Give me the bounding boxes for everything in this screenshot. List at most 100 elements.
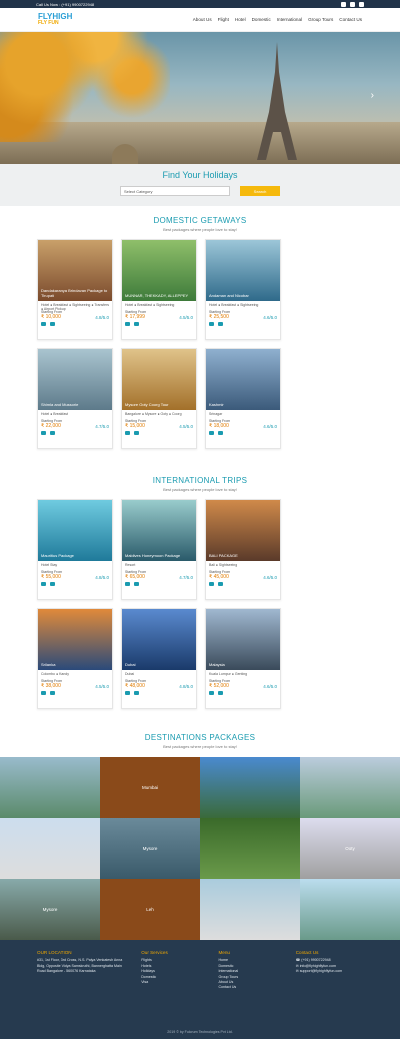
package-title: BALI PACKAGE [209,553,238,558]
package-card[interactable]: Mysore Ooty Coorg Tour Bangalore ● Mysor… [121,348,197,449]
nav-link[interactable]: Domestic [252,17,271,22]
whatsapp-icon[interactable] [359,1,364,7]
destination-tile[interactable] [200,818,300,879]
sightseeing-icon [50,322,55,326]
package-card[interactable]: Andaman and Nicobar Hotel ● Breakfast ● … [205,239,281,340]
package-image[interactable]: MUNNAR, THEKKADY, ALLEPPEY [122,240,196,301]
social-links [341,1,364,7]
package-image[interactable]: Mauritius Package [38,500,112,561]
footer-link[interactable]: Visa [141,980,208,985]
package-image[interactable]: Mysore Ooty Coorg Tour [122,349,196,410]
destination-tile[interactable] [200,757,300,818]
nav-link[interactable]: Contact Us [339,17,362,22]
nav-link[interactable]: Group Tours [308,17,333,22]
hotel-icon [209,431,214,435]
destination-tile[interactable]: Mysore [0,879,100,940]
logo[interactable]: FLYHIGH FLY FUN [38,12,72,27]
package-inclusions: Bangalore ● Mysore ● Ooty ● Coorg [125,412,182,416]
package-card[interactable]: Dubai Dubai Starting From ₹ 48,000 4.8/5.0 [121,608,197,709]
package-price: ₹ 18,000 [209,423,229,429]
sightseeing-icon [218,322,223,326]
email-line[interactable]: ✉ support@flyhighflyfun.com [296,969,363,974]
nav-link[interactable]: Flight [218,17,229,22]
sightseeing-icon [134,322,139,326]
address-text: #31, 1st Floor, 3rd Cross, N.S. Palya Ve… [37,958,123,974]
search-button[interactable]: Search [240,186,280,196]
destination-tile[interactable] [300,879,400,940]
package-card[interactable]: MUNNAR, THEKKADY, ALLEPPEY Hotel ● Break… [121,239,197,340]
package-image[interactable]: Maldives Honeymoon Package [122,500,196,561]
nav-menu: About Us Flight Hotel Domestic International… [193,17,362,22]
package-rating: 4.8/5.0 [95,575,109,580]
domestic-grid: Dandakaranya Brindavan Package to Tirupa… [0,239,400,449]
nav-link[interactable]: International [277,17,302,22]
destination-tile[interactable] [300,757,400,818]
destination-tile[interactable] [200,879,300,940]
package-title: Malaysia [209,662,225,667]
nav-link[interactable]: About Us [193,17,212,22]
footer-heading: Menu [218,950,230,955]
package-image[interactable]: Andaman and Nicobar [206,240,280,301]
package-rating: 4.6/5.0 [263,315,277,320]
package-card[interactable]: BALI PACKAGE Bali ● Sightseeing Starting… [205,499,281,600]
package-image[interactable]: Dubai [122,609,196,670]
top-bar: Call Us Now : (+91) 9900722948 [0,0,400,8]
package-card[interactable]: Srilanka Colombo ● Kandy Starting From ₹ … [37,608,113,709]
instagram-icon[interactable] [350,1,355,7]
package-card[interactable]: Maldives Honeymoon Package Resort Starti… [121,499,197,600]
call-info: Call Us Now : (+91) 9900722948 [36,1,95,7]
package-rating: 4.6/5.0 [263,684,277,689]
destination-tile[interactable] [0,818,100,879]
package-rating: 4.6/5.0 [263,424,277,429]
sightseeing-icon [134,582,139,586]
package-image[interactable]: Malaysia [206,609,280,670]
nav-link[interactable]: Hotel [235,17,246,22]
package-price-box: Starting From ₹ 10,000 [41,310,63,320]
package-title: Andaman and Nicobar [209,293,249,298]
footer: OUR LOCATION #31, 1st Floor, 3rd Cross, … [0,940,400,1039]
package-price: ₹ 15,000 [125,423,145,429]
package-card[interactable]: Mauritius Package Hotel Stay Starting Fr… [37,499,113,600]
section-title: DESTINATIONS PACKAGES [144,733,256,742]
destination-tile[interactable]: Mysore [100,818,200,879]
hotel-icon [41,582,46,586]
package-price: ₹ 52,000 [209,683,229,689]
package-card[interactable]: Malaysia Kuala Lumpur ● Genting Starting… [205,608,281,709]
package-card[interactable]: Shimla and Mussorie Hotel ● Breakfast St… [37,348,113,449]
footer-services: Our Services Flights Hotels Holidays Domest… [141,950,208,1039]
package-price: ₹ 38,000 [41,683,61,689]
sightseeing-icon [134,691,139,695]
destination-tile[interactable]: Ooty [300,818,400,879]
category-select[interactable]: Select Category [120,186,230,196]
international-grid: Mauritius Package Hotel Stay Starting Fr… [0,499,400,709]
package-image[interactable]: Srilanka [38,609,112,670]
package-price: ₹ 25,500 [209,314,229,320]
package-rating: 4.5/5.0 [179,424,193,429]
next-arrow-icon[interactable]: › [371,90,374,101]
package-image[interactable]: Kashmir [206,349,280,410]
destination-tile[interactable] [0,757,100,818]
package-title: Shimla and Mussorie [41,402,79,407]
destination-tile[interactable]: Leh [100,879,200,940]
package-inclusions: Hotel Stay [41,563,58,567]
hotel-icon [125,431,130,435]
package-card[interactable]: Kashmir Srinagar Starting From ₹ 18,000 4.… [205,348,281,449]
facebook-icon[interactable] [341,1,346,7]
package-card[interactable]: Dandakaranya Brindavan Package to Tirupa… [37,239,113,340]
package-image[interactable]: Shimla and Mussorie [38,349,112,410]
footer-link[interactable]: Contact Us [218,985,285,990]
package-price-box: Starting From ₹ 45,000 [209,570,231,580]
dome-building [112,144,138,164]
package-price: ₹ 55,000 [41,574,61,580]
package-title: Maldives Honeymoon Package [125,553,181,558]
package-image[interactable]: Dandakaranya Brindavan Package to Tirupa… [38,240,112,301]
destinations-section: DESTINATIONS PACKAGES Best packages wher… [0,733,400,749]
search-section: Find Your Holidays Select Category Searc… [0,164,400,206]
package-price-box: Starting From ₹ 18,000 [209,419,231,429]
package-image[interactable]: BALI PACKAGE [206,500,280,561]
package-price-box: Starting From ₹ 25,500 [209,310,231,320]
package-rating: 4.6/5.0 [263,575,277,580]
destination-tile[interactable]: Mumbai [100,757,200,818]
footer-office: OUR LOCATION #31, 1st Floor, 3rd Cross, … [37,950,131,1039]
footer-contact: Contact Us ☎ (+91) 9900722948 ✉ info@fly… [296,950,363,1039]
